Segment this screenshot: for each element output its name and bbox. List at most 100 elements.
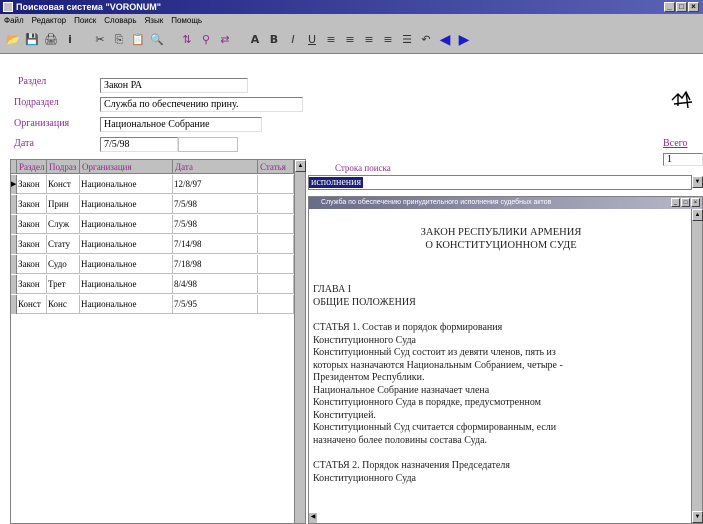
doc-scroll-down-button[interactable]: ▼ [692, 511, 703, 523]
paste-icon[interactable]: 📋 [131, 33, 145, 47]
doc-line: которых назначаются Национальным Собрани… [313, 359, 563, 371]
print-icon[interactable]: 🖨 [44, 33, 58, 47]
table-cell: Национальное [80, 275, 173, 294]
save-icon[interactable]: 💾 [25, 33, 39, 47]
table-cell: Закон [17, 275, 47, 294]
replace-icon[interactable]: ⇄ [218, 33, 232, 47]
table-row[interactable]: ▶ Закон Конст Национальное 12/8/97 [11, 175, 294, 194]
doc-scroll-up-button[interactable]: ▲ [692, 209, 703, 221]
table-row[interactable]: Закон Трет Национальное 8/4/98 [11, 275, 294, 294]
open-icon[interactable]: 📂 [6, 33, 20, 47]
doc-heading-1: ЗАКОН РЕСПУБЛИКИ АРМЕНИЯ [420, 227, 582, 238]
table-cell: Закон [17, 175, 47, 194]
search-label: Строка поиска [335, 163, 391, 173]
menu-language[interactable]: Язык [145, 14, 164, 27]
doc-line: Конституционный Суд состоит из девяти чл… [313, 347, 556, 358]
maximize-button[interactable]: □ [676, 2, 687, 12]
table-cell: Конст [17, 295, 47, 314]
menu-file[interactable]: Файл [4, 14, 24, 27]
grid-header-razdel[interactable]: Раздел [17, 160, 47, 174]
org-field[interactable]: Национальное Собрание [100, 117, 262, 132]
next-icon[interactable]: ▶ [457, 33, 471, 47]
grid-scrollbar[interactable]: ▲ [294, 160, 306, 523]
copy-icon[interactable]: ⎘ [112, 33, 126, 47]
date-label: Дата [14, 138, 34, 149]
menu-search[interactable]: Поиск [74, 14, 96, 27]
cut-icon[interactable]: ✂ [93, 33, 107, 47]
find-icon[interactable]: 🔍 [150, 33, 164, 47]
align-left-icon[interactable]: ≡ [324, 33, 338, 47]
total-label: Всего [663, 138, 688, 149]
toolbar-separator [169, 33, 175, 47]
scroll-up-button[interactable]: ▲ [295, 160, 306, 172]
app-icon [3, 2, 13, 12]
razdel-field[interactable]: Закон РА [100, 78, 248, 93]
grid-header-date[interactable]: Дата [173, 160, 258, 174]
sort-icon[interactable]: ⇅ [180, 33, 194, 47]
table-row[interactable]: Закон Судо Национальное 7/18/98 [11, 255, 294, 274]
search-input-value: исполнения [309, 177, 364, 188]
info-icon[interactable]: i [63, 33, 77, 47]
table-cell: Закон [17, 195, 47, 214]
filter-icon[interactable]: ⚲ [199, 33, 213, 47]
doc-line: назначено более половины состава Суда. [313, 434, 488, 446]
results-grid: Раздел Подраз Организация Дата Статья ▶ … [10, 159, 306, 524]
table-cell: Служ [47, 215, 80, 234]
search-dropdown-button[interactable]: ▼ [692, 176, 703, 188]
table-cell: Национальное [80, 215, 173, 234]
bold-icon[interactable]: B [267, 33, 281, 47]
list-icon[interactable]: ☰ [400, 33, 414, 47]
document-title-bar: Служба по обеспечению принудительного ис… [309, 197, 702, 209]
undo-icon[interactable]: ↶ [419, 33, 433, 47]
org-label: Организация [14, 118, 70, 129]
document-scrollbar[interactable]: ▲ ▼ [691, 209, 703, 523]
table-cell: 7/5/95 [173, 295, 258, 314]
grid-header-organization[interactable]: Организация [80, 160, 173, 174]
table-cell: Конст [47, 175, 80, 194]
table-cell [258, 255, 294, 274]
doc-line: Национальное Собрание назначает члена [313, 384, 490, 396]
doc-article2-title: СТАТЬЯ 2. Порядок назначения Председател… [313, 460, 510, 471]
justify-icon[interactable]: ≡ [381, 33, 395, 47]
doc-line: Конституционного Суда в порядке, предусм… [313, 397, 541, 408]
doc-line: Конституцией. [313, 409, 376, 421]
table-cell [258, 275, 294, 294]
minimize-button[interactable]: _ [664, 2, 675, 12]
menu-help[interactable]: Помощь [171, 14, 202, 27]
grid-header-podrazdel[interactable]: Подраз [47, 160, 80, 174]
table-row[interactable]: Конст Конс Национальное 7/5/95 [11, 295, 294, 314]
doc-maximize-button[interactable]: □ [681, 198, 690, 207]
italic-icon[interactable]: I [286, 33, 300, 47]
table-cell: 7/5/98 [173, 195, 258, 214]
underline-icon[interactable]: U [305, 33, 319, 47]
date-field[interactable]: 7/5/98 [100, 137, 178, 152]
doc-scroll-left-button[interactable]: ◀ [309, 513, 317, 523]
table-cell: Национальное [80, 255, 173, 274]
table-row[interactable]: Закон Стату Национальное 7/14/98 [11, 235, 294, 254]
grid-header-article[interactable]: Статья [258, 160, 294, 174]
doc-article1-title2: Конституционного Суда [313, 334, 416, 346]
menu-dictionary[interactable]: Словарь [104, 14, 136, 27]
doc-line: Президентом Республики. [313, 372, 425, 383]
doc-close-button[interactable]: × [691, 198, 700, 207]
prev-icon[interactable]: ◀ [438, 33, 452, 47]
align-center-icon[interactable]: ≡ [343, 33, 357, 47]
doc-minimize-button[interactable]: _ [671, 198, 680, 207]
document-title: Служба по обеспечению принудительного ис… [321, 199, 552, 206]
doc-chapter-title: ОБЩИЕ ПОЛОЖЕНИЯ [313, 296, 416, 308]
close-button[interactable]: × [688, 2, 699, 12]
podrazdel-label: Подраздел [14, 97, 59, 108]
menu-bar: Файл Редактор Поиск Словарь Язык Помощь [0, 14, 703, 27]
table-cell [258, 235, 294, 254]
font-icon[interactable]: A [248, 33, 262, 47]
search-input[interactable]: исполнения [308, 175, 692, 190]
razdel-label: Раздел [18, 76, 47, 87]
window-title: Поисковая система "VORONUM" [16, 2, 161, 12]
table-row[interactable]: Закон Прин Национальное 7/5/98 [11, 195, 294, 214]
table-cell: Конс [47, 295, 80, 314]
doc-chapter: ГЛАВА I [313, 284, 352, 295]
align-right-icon[interactable]: ≡ [362, 33, 376, 47]
table-row[interactable]: Закон Служ Национальное 7/5/98 [11, 215, 294, 234]
menu-edit[interactable]: Редактор [32, 14, 66, 27]
podrazdel-field[interactable]: Служба по обеспечению прину. [100, 97, 303, 112]
